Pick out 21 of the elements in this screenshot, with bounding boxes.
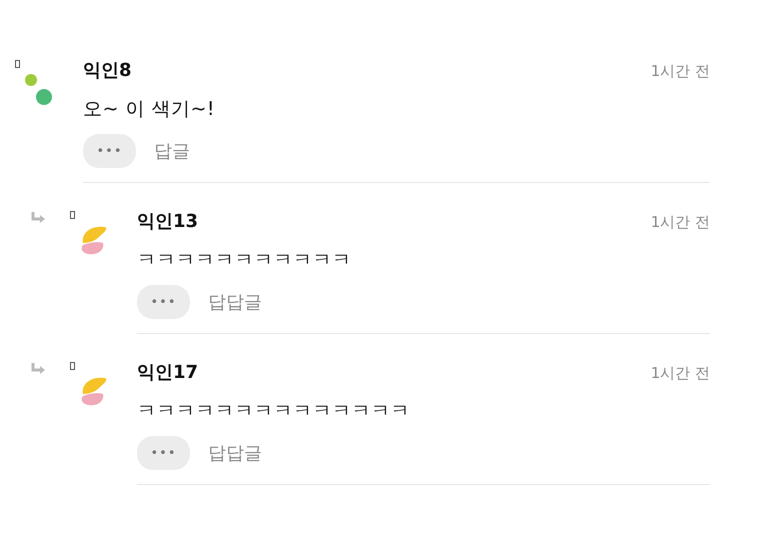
placeholder-glyph-icon bbox=[70, 211, 75, 219]
more-button[interactable]: ••• bbox=[83, 134, 136, 168]
more-button[interactable]: ••• bbox=[137, 436, 190, 470]
more-button[interactable]: ••• bbox=[137, 285, 190, 319]
comment-text: 오~ 이 색기~! bbox=[83, 97, 216, 122]
author-name: 익인17 bbox=[137, 361, 198, 384]
reply-link[interactable]: 답글 bbox=[154, 139, 190, 163]
timestamp: 1시간 전 bbox=[650, 62, 710, 81]
comment-text: ㅋㅋㅋㅋㅋㅋㅋㅋㅋㅋㅋㅋㅋㅋ bbox=[137, 399, 411, 424]
placeholder-glyph-icon bbox=[15, 60, 20, 68]
author-name: 익인8 bbox=[83, 59, 132, 82]
placeholder-glyph-icon bbox=[70, 362, 75, 370]
reply-arrow-icon bbox=[30, 211, 46, 225]
timestamp: 1시간 전 bbox=[650, 364, 710, 383]
comment-text: ㅋㅋㅋㅋㅋㅋㅋㅋㅋㅋㅋ bbox=[137, 248, 352, 273]
timestamp: 1시간 전 bbox=[650, 213, 710, 232]
reply-link[interactable]: 답답글 bbox=[208, 441, 262, 465]
reply-link[interactable]: 답답글 bbox=[208, 290, 262, 314]
avatar-icon bbox=[24, 72, 54, 106]
author-name: 익인13 bbox=[137, 210, 198, 233]
reply-arrow-icon bbox=[30, 362, 46, 376]
